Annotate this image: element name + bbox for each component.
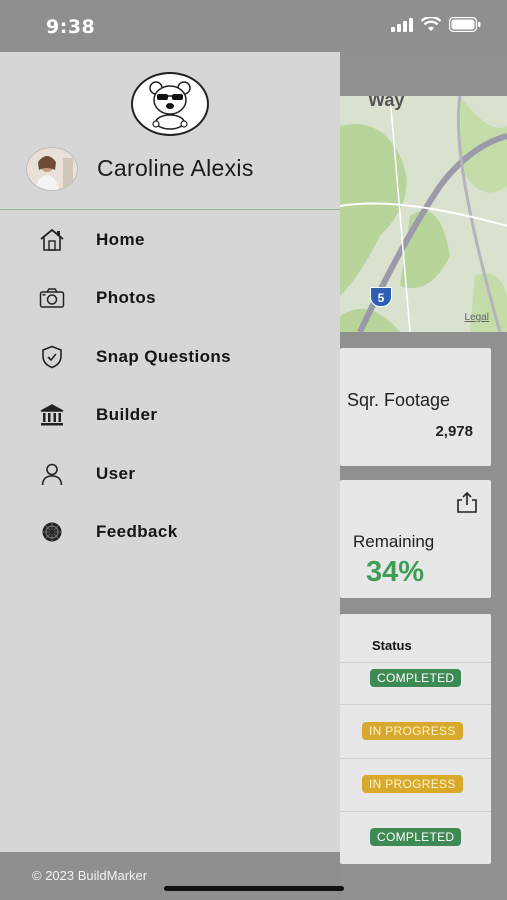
- shield-icon: [38, 343, 66, 371]
- sqft-card: Sqr. Footage 2,978: [340, 348, 491, 466]
- avatar-photo-icon: [27, 148, 77, 190]
- menu-item-snap-questions[interactable]: Snap Questions: [0, 334, 340, 380]
- menu-label-feedback: Feedback: [96, 522, 178, 541]
- share-icon[interactable]: [455, 490, 479, 514]
- bank-icon: [38, 401, 66, 429]
- drawer-divider: [0, 209, 340, 210]
- wifi-icon: [421, 17, 441, 31]
- nav-drawer: Caroline Alexis Home Photos Snap Questio…: [0, 52, 340, 900]
- home-indicator[interactable]: [164, 886, 344, 891]
- map-view[interactable]: Way 5 Legal: [340, 96, 507, 332]
- battery-icon: [449, 17, 481, 32]
- signal-icon: [391, 17, 413, 32]
- status-time: 9:38: [46, 16, 96, 38]
- remaining-value: 34%: [366, 556, 425, 588]
- status-column-header: Status: [372, 638, 412, 653]
- menu-item-feedback[interactable]: Feedback: [0, 509, 340, 555]
- home-icon: [38, 226, 66, 254]
- menu-item-user[interactable]: User: [0, 451, 340, 497]
- row-divider: [340, 811, 491, 812]
- copyright-text: © 2023 BuildMarker: [32, 868, 148, 883]
- status-badge: IN PROGRESS: [362, 722, 463, 740]
- status-badge: COMPLETED: [370, 669, 462, 687]
- camera-icon: [38, 284, 66, 312]
- remaining-card: Remaining 34%: [340, 480, 491, 598]
- menu-item-builder[interactable]: Builder: [0, 392, 340, 438]
- interstate-number: 5: [377, 291, 385, 305]
- row-divider: [340, 704, 491, 705]
- menu-label-snap-questions: Snap Questions: [96, 347, 232, 366]
- feedback-icon: [38, 518, 66, 546]
- menu-label-builder: Builder: [96, 405, 158, 424]
- status-bar: 9:38: [0, 0, 507, 52]
- status-table: Status COMPLETED IN PROGRESS IN PROGRESS…: [340, 614, 491, 864]
- map-road-label: Way: [368, 96, 405, 110]
- drawer-footer: © 2023 BuildMarker: [0, 852, 340, 900]
- map-graphic: [340, 96, 507, 332]
- user-icon: [38, 460, 66, 488]
- status-badge: IN PROGRESS: [362, 775, 463, 793]
- app-logo: [131, 72, 209, 136]
- remaining-label: Remaining: [353, 532, 435, 551]
- status-badge: COMPLETED: [370, 828, 462, 846]
- status-icons: [391, 17, 481, 32]
- avatar[interactable]: [26, 147, 78, 191]
- row-divider: [340, 758, 491, 759]
- user-name: Caroline Alexis: [97, 155, 254, 181]
- sqft-value: 2,978: [435, 423, 473, 440]
- bear-logo-icon: [149, 81, 191, 130]
- menu-item-photos[interactable]: Photos: [0, 275, 340, 321]
- menu-item-home[interactable]: Home: [0, 217, 340, 263]
- sqft-label: Sqr. Footage: [347, 390, 451, 410]
- map-legal-link[interactable]: Legal: [465, 312, 489, 323]
- menu-label-photos: Photos: [96, 288, 157, 307]
- menu-label-home: Home: [96, 230, 145, 249]
- menu-label-user: User: [96, 464, 136, 483]
- row-divider: [340, 662, 491, 663]
- interstate-shield-icon: 5: [370, 287, 392, 307]
